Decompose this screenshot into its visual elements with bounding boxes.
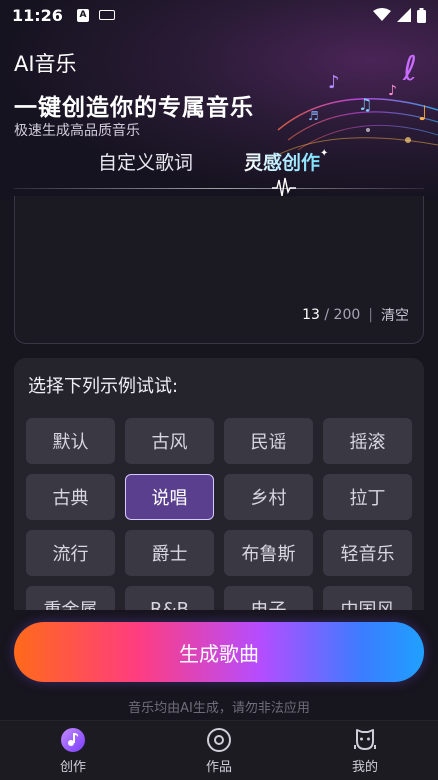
style-chip-pop[interactable]: 流行 <box>26 530 115 576</box>
nav-label-mine: 我的 <box>351 760 378 775</box>
record-icon <box>205 726 233 754</box>
style-chip-latin[interactable]: 拉丁 <box>323 474 412 520</box>
battery-icon <box>417 7 426 23</box>
style-chip-classical[interactable]: 古典 <box>26 474 115 520</box>
tab-custom-lyrics[interactable]: 自定义歌词 <box>98 148 193 175</box>
status-time: 11:26 <box>12 5 63 25</box>
char-limit: 200 <box>333 307 361 323</box>
svg-text:♬: ♬ <box>308 109 319 123</box>
app-title: AI音乐 <box>14 52 77 76</box>
style-chip-heavy-metal[interactable]: 重金属 <box>26 586 115 610</box>
nav-item-mine[interactable]: 我的 <box>292 721 438 780</box>
generate-song-button[interactable]: 生成歌曲 <box>14 622 424 682</box>
style-chip-default[interactable]: 默认 <box>26 418 115 464</box>
clear-button[interactable]: 清空 <box>381 305 409 325</box>
svg-text:♪: ♪ <box>328 72 340 93</box>
style-examples-title: 选择下列示例试试: <box>28 376 179 397</box>
status-bar: 11:26 A <box>0 0 438 30</box>
lyric-input-box[interactable]: 13 / 200 | 清空 <box>14 196 424 344</box>
svg-text:♩: ♩ <box>418 101 427 125</box>
svg-text:♪: ♪ <box>388 83 397 99</box>
style-chip-country[interactable]: 乡村 <box>224 474 313 520</box>
tab-inspiration[interactable]: 灵感创作✦ <box>244 148 328 175</box>
robot-face-icon <box>351 726 379 754</box>
app-notification-icon: A <box>76 8 89 22</box>
signal-icon <box>397 8 411 22</box>
style-chip-electronic[interactable]: 电子 <box>224 586 313 610</box>
tab-divider <box>14 188 424 189</box>
style-chip-grid: 默认 古风 民谣 摇滚 古典 说唱 乡村 拉丁 流行 爵士 布鲁斯 轻音乐 重金… <box>26 418 412 610</box>
hero-subtitle: 极速生成高品质音乐 <box>14 123 140 139</box>
style-chip-ancient[interactable]: 古风 <box>125 418 214 464</box>
style-chip-rap[interactable]: 说唱 <box>125 474 214 520</box>
counter-separator: / <box>324 307 330 323</box>
bottom-nav: 创作 作品 我的 <box>0 720 438 780</box>
style-chip-light-music[interactable]: 轻音乐 <box>323 530 412 576</box>
active-tab-wave-indicator <box>272 177 296 197</box>
style-chip-folk[interactable]: 民谣 <box>224 418 313 464</box>
tab-inspiration-label: 灵感创作 <box>244 152 321 174</box>
nav-item-create[interactable]: 创作 <box>0 721 146 780</box>
keyboard-icon <box>98 10 115 20</box>
style-chip-chinese-style[interactable]: 中国风 <box>323 586 412 610</box>
svg-text:ℓ: ℓ <box>402 49 417 89</box>
nav-label-create: 创作 <box>59 760 86 775</box>
style-examples-panel: 选择下列示例试试: 默认 古风 民谣 摇滚 古典 说唱 乡村 拉丁 流行 爵士 … <box>14 358 424 610</box>
sparkle-icon: ✦ <box>320 148 329 159</box>
style-chip-jazz[interactable]: 爵士 <box>125 530 214 576</box>
mode-tabs: 自定义歌词 灵感创作✦ <box>0 146 438 190</box>
wifi-icon <box>373 8 391 21</box>
disclaimer-text: 音乐均由AI生成，请勿非法应用 <box>128 701 310 716</box>
style-chip-rock[interactable]: 摇滚 <box>323 418 412 464</box>
hero-title: 一键创造你的专属音乐 <box>14 95 254 121</box>
generate-song-label: 生成歌曲 <box>179 641 259 666</box>
nav-item-works[interactable]: 作品 <box>146 721 292 780</box>
counter-divider: | <box>368 307 373 323</box>
nav-label-works: 作品 <box>205 760 232 775</box>
music-disc-icon <box>59 726 87 754</box>
style-chip-rnb[interactable]: R&B <box>125 586 214 610</box>
char-counter: 13 / 200 | 清空 <box>302 305 409 325</box>
style-chip-blues[interactable]: 布鲁斯 <box>224 530 313 576</box>
char-count: 13 <box>302 307 320 323</box>
svg-text:♫: ♫ <box>358 95 372 114</box>
